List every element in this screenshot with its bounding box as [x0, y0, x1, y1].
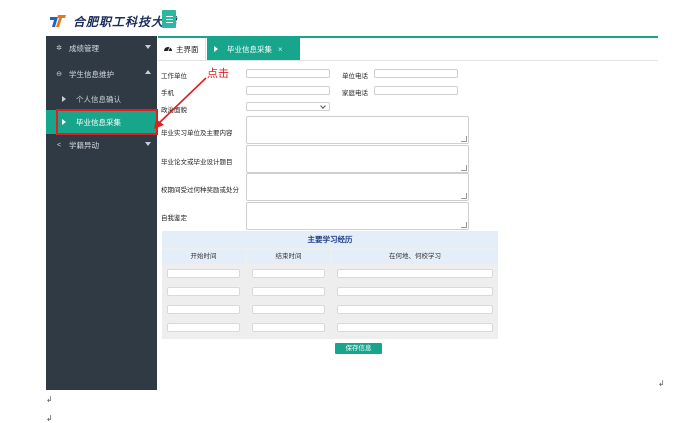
tab-bar: 主界面 毕业信息采集 × — [158, 38, 658, 61]
university-logo-icon — [49, 14, 67, 28]
mobile-input[interactable] — [246, 86, 330, 95]
sidebar-item-student-info[interactable]: ⊖ 学生信息维护 — [46, 62, 157, 86]
study-history-table: 主要学习经历 开始时间 结束时间 在何地、何校学习 — [162, 231, 498, 339]
tab-label: 毕业信息采集 — [227, 44, 272, 54]
school-input[interactable] — [337, 305, 493, 314]
sidebar-item-label: 学生信息维护 — [69, 69, 114, 79]
sidebar-item-label: 学籍异动 — [69, 140, 99, 150]
return-mark-icon: ↲ — [46, 395, 53, 404]
university-logo: 合肥职工科技大学 — [49, 12, 177, 30]
caret-right-icon — [62, 96, 66, 102]
caret-right-icon — [214, 46, 218, 52]
close-icon[interactable]: × — [278, 45, 283, 54]
tab-label: 主界面 — [176, 44, 199, 54]
resize-handle-icon[interactable] — [461, 193, 467, 199]
end-date-input[interactable] — [252, 287, 325, 296]
school-input[interactable] — [337, 323, 493, 332]
tab-home[interactable]: 主界面 — [158, 38, 206, 60]
column-header: 结束时间 — [247, 250, 330, 264]
sidebar-item-grades[interactable]: ✲ 成绩管理 — [46, 36, 157, 60]
chart-icon: ✲ — [56, 45, 62, 52]
end-date-input[interactable] — [252, 305, 325, 314]
minus-circle-icon: ⊖ — [56, 71, 62, 78]
resize-handle-icon[interactable] — [461, 222, 467, 228]
hamburger-icon[interactable] — [162, 10, 176, 28]
awards-label: 校期间受过何种奖励或处分 — [161, 187, 239, 194]
annotation-highlight-box — [56, 109, 158, 135]
column-header: 开始时间 — [162, 250, 245, 264]
thesis-textarea[interactable] — [246, 145, 469, 173]
sidebar-item-status-change[interactable]: < 学籍异动 — [46, 133, 157, 157]
awards-textarea[interactable] — [246, 173, 469, 201]
study-history-title: 主要学习经历 — [162, 231, 498, 248]
school-input[interactable] — [337, 287, 493, 296]
column-header: 在何地、何校学习 — [332, 250, 498, 264]
unit-phone-label: 单位电话 — [342, 73, 368, 80]
return-mark-icon: ↲ — [658, 379, 665, 388]
school-input[interactable] — [337, 269, 493, 278]
home-phone-input[interactable] — [374, 86, 458, 95]
share-icon: < — [56, 141, 62, 149]
start-date-input[interactable] — [167, 287, 240, 296]
chevron-down-icon — [145, 142, 151, 146]
chevron-up-icon — [145, 70, 151, 74]
resize-handle-icon[interactable] — [461, 165, 467, 171]
thesis-label: 毕业论文或毕业设计题目 — [161, 159, 233, 166]
political-status-select[interactable] — [246, 102, 330, 111]
home-phone-label: 家庭电话 — [342, 90, 368, 97]
resize-handle-icon[interactable] — [461, 136, 467, 142]
start-date-input[interactable] — [167, 323, 240, 332]
internship-textarea[interactable] — [246, 116, 469, 144]
unit-phone-input[interactable] — [374, 69, 458, 78]
chevron-down-icon — [320, 103, 326, 109]
self-eval-textarea[interactable] — [246, 202, 469, 230]
annotation-text: 点击 — [207, 67, 229, 80]
work-unit-input[interactable] — [246, 69, 330, 78]
chevron-down-icon — [145, 45, 151, 49]
end-date-input[interactable] — [252, 323, 325, 332]
end-date-input[interactable] — [252, 269, 325, 278]
sidebar: ✲ 成绩管理 ⊖ 学生信息维护 个人信息确认 毕业信息采集 < 学籍异动 — [46, 36, 157, 390]
sidebar-subitem-personal-info[interactable]: 个人信息确认 — [46, 87, 157, 111]
self-eval-label: 自我鉴定 — [161, 215, 187, 222]
start-date-input[interactable] — [167, 269, 240, 278]
sidebar-subitem-label: 个人信息确认 — [76, 94, 121, 104]
tab-graduation-info[interactable]: 毕业信息采集 × — [207, 38, 300, 60]
start-date-input[interactable] — [167, 305, 240, 314]
annotation-arrow-icon — [154, 77, 207, 129]
dashboard-icon — [164, 45, 172, 53]
save-button[interactable]: 保存信息 — [335, 343, 382, 354]
sidebar-item-label: 成绩管理 — [69, 43, 99, 53]
